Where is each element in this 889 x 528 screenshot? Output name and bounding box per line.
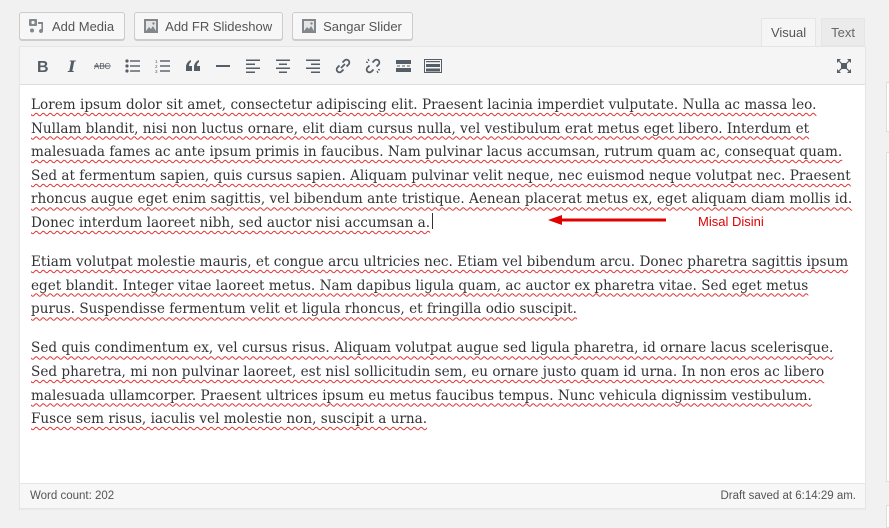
bold-icon: B xyxy=(36,58,50,74)
paragraph-2-text: Etiam volutpat molestie mauris, et congu… xyxy=(31,254,849,318)
bold-button[interactable]: B xyxy=(28,51,58,81)
align-right-icon xyxy=(305,59,321,73)
keyboard-icon xyxy=(424,58,442,73)
blockquote-button[interactable] xyxy=(178,51,208,81)
bulleted-list-icon xyxy=(125,58,141,73)
strikethrough-icon: ABC xyxy=(94,61,112,71)
sangar-slider-button[interactable]: Sangar Slider xyxy=(292,12,413,40)
add-fr-slideshow-button[interactable]: Add FR Slideshow xyxy=(134,12,284,40)
paragraph-1-text: Lorem ipsum dolor sit amet, consectetur … xyxy=(31,97,853,231)
annotation-label: Misal Disini xyxy=(698,214,764,229)
unlink-icon xyxy=(365,58,381,74)
arrow-left-icon xyxy=(548,214,666,229)
add-fr-slideshow-label: Add FR Slideshow xyxy=(165,18,273,34)
tab-visual[interactable]: Visual xyxy=(760,18,817,47)
text-cursor xyxy=(432,212,434,229)
paragraph-3-text: Sed quis condimentum ex, vel cursus risu… xyxy=(31,340,834,428)
fullscreen-button[interactable] xyxy=(829,51,859,81)
numbered-list-button[interactable]: 123 xyxy=(148,51,178,81)
align-center-icon xyxy=(275,59,291,73)
insert-link-button[interactable] xyxy=(328,51,358,81)
horizontal-line-button[interactable] xyxy=(208,51,238,81)
editor-content[interactable]: Lorem ipsum dolor sit amet, consectetur … xyxy=(20,85,865,485)
annotation: Misal Disini xyxy=(548,214,764,229)
editor-toolbar: B I ABC 123 xyxy=(20,47,865,85)
italic-button[interactable]: I xyxy=(58,51,88,81)
strikethrough-button[interactable]: ABC xyxy=(88,51,118,81)
editor-tabs: Visual Text xyxy=(760,18,865,47)
draft-saved-status: Draft saved at 6:14:29 am. xyxy=(720,490,856,502)
paragraph-2: Etiam volutpat molestie mauris, et congu… xyxy=(31,251,853,322)
svg-text:B: B xyxy=(37,59,49,74)
editor-statusbar: Word count: 202 Draft saved at 6:14:29 a… xyxy=(20,483,865,508)
horizontal-line-icon xyxy=(216,64,230,68)
numbered-list-icon: 123 xyxy=(155,59,171,73)
fullscreen-icon xyxy=(836,58,852,74)
tab-text[interactable]: Text xyxy=(821,18,865,46)
paragraph-3: Sed quis condimentum ex, vel cursus risu… xyxy=(31,337,853,431)
sangar-slider-label: Sangar Slider xyxy=(323,18,402,34)
media-buttons: Add Media Add FR Slideshow Sangar Slider xyxy=(19,12,413,40)
post-editor: B I ABC 123 Lorem ipsum dolor sit amet, … xyxy=(19,46,866,509)
align-right-button[interactable] xyxy=(298,51,328,81)
align-left-icon xyxy=(245,59,261,73)
svg-text:I: I xyxy=(67,58,76,74)
add-media-icon xyxy=(28,18,46,34)
add-media-button[interactable]: Add Media xyxy=(19,12,126,40)
image-icon xyxy=(143,18,159,34)
align-left-button[interactable] xyxy=(238,51,268,81)
quote-icon xyxy=(185,59,201,72)
bulleted-list-button[interactable] xyxy=(118,51,148,81)
svg-text:3: 3 xyxy=(155,69,158,73)
italic-icon: I xyxy=(66,58,80,74)
read-more-button[interactable] xyxy=(388,51,418,81)
word-count: Word count: 202 xyxy=(30,490,115,502)
read-more-icon xyxy=(395,59,411,72)
align-center-button[interactable] xyxy=(268,51,298,81)
link-icon xyxy=(335,58,351,74)
add-media-label: Add Media xyxy=(52,18,115,34)
image-icon xyxy=(301,18,317,34)
remove-link-button[interactable] xyxy=(358,51,388,81)
toolbar-toggle-button[interactable] xyxy=(418,51,448,81)
